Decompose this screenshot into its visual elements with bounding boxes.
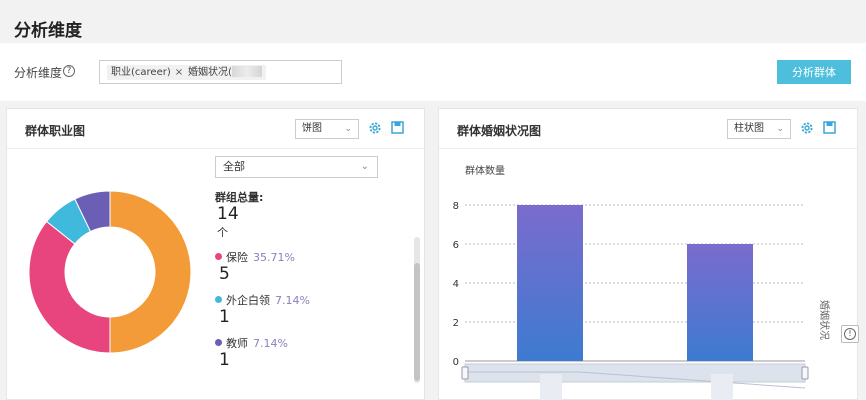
career-legend: 群组总量: 14 个 保险 35.71% 5 外企白领 7.14% 1 教师 7.14… <box>215 189 405 369</box>
filter-label: 分析维度 <box>14 66 63 80</box>
x-axis-label: 婚姻状况 <box>818 300 831 340</box>
legend-dot <box>215 253 222 260</box>
donut-slice[interactable] <box>28 220 111 354</box>
zoom-label-bg <box>711 374 733 400</box>
legend-dot <box>215 339 222 346</box>
analyze-group-button[interactable]: 分析群体 <box>777 60 851 84</box>
zoom-handle-left[interactable] <box>461 366 469 380</box>
legend-name: 教师 <box>226 337 248 350</box>
zoom-label-bg <box>540 374 562 400</box>
chevron-down-icon: ⌄ <box>360 161 369 172</box>
career-filter-value: 全部 <box>223 160 245 173</box>
career-donut-chart <box>28 190 192 354</box>
marriage-bar-chart: 群体数量 02468已婚未婚 婚姻状况 <box>453 164 831 400</box>
gear-icon[interactable] <box>800 121 814 135</box>
page-title: 分析维度 <box>14 21 82 41</box>
y-tick-label: 4 <box>453 279 459 290</box>
chart-type-select-value: 柱状图 <box>734 123 764 134</box>
legend-item[interactable]: 教师 7.14% 1 <box>215 335 405 369</box>
bar[interactable] <box>687 244 753 361</box>
tag-career: 职业(career) × <box>107 65 188 80</box>
marriage-panel: 群体婚姻状况图 柱状图 ⌄ 群体数量 02468已婚未婚 婚姻状况 <box>438 108 858 400</box>
tag-label: 婚姻状况( <box>188 67 232 78</box>
chart-type-select[interactable]: 饼图 ⌄ <box>295 119 359 139</box>
y-tick-label: 2 <box>453 318 459 329</box>
career-panel: 群体职业图 饼图 ⌄ 全部 ⌄ 群组总量: 14 个 保险 35.71% 5 外企… <box>6 108 425 400</box>
legend-percent: 35.71% <box>253 251 295 264</box>
legend-percent: 7.14% <box>253 337 288 350</box>
panel-header: 群体婚姻状况图 柱状图 ⌄ <box>439 109 857 149</box>
bar[interactable] <box>517 205 583 361</box>
save-icon[interactable] <box>823 121 836 134</box>
info-button[interactable]: ! <box>841 325 859 343</box>
bar-layer: 02468已婚未婚 <box>453 201 805 386</box>
zoom-handle-right[interactable] <box>801 366 809 380</box>
dimension-tag-input[interactable]: 职业(career) × 婚姻状况( <box>99 60 342 84</box>
legend-count: 1 <box>219 350 230 370</box>
scrollbar-thumb[interactable] <box>414 263 420 381</box>
legend-dot <box>215 296 222 303</box>
blurred-text <box>231 66 262 77</box>
filter-bar: 分析维度 ? 职业(career) × 婚姻状况( 分析群体 <box>0 43 866 101</box>
data-zoom-slider[interactable] <box>461 363 809 400</box>
chart-type-select[interactable]: 柱状图 ⌄ <box>727 119 791 139</box>
chevron-down-icon: ⌄ <box>776 124 784 134</box>
total-label: 群组总量: <box>215 191 264 204</box>
total-unit: 个 <box>217 226 228 239</box>
legend-item[interactable]: 保险 35.71% 5 <box>215 249 405 283</box>
y-axis-label: 群体数量 <box>465 164 505 177</box>
chevron-down-icon: ⌄ <box>344 124 352 134</box>
total-value: 14 <box>217 204 239 224</box>
save-icon[interactable] <box>391 121 404 134</box>
panel-title: 群体婚姻状况图 <box>457 124 542 138</box>
info-icon: ! <box>844 328 856 340</box>
legend-name: 外企白领 <box>226 294 270 307</box>
remove-tag-icon[interactable]: × <box>175 67 183 78</box>
legend-count: 5 <box>219 264 230 284</box>
tag-marital-status: 婚姻状况( <box>184 65 266 80</box>
chart-type-select-value: 饼图 <box>302 123 322 134</box>
legend-scrollbar[interactable] <box>414 237 420 383</box>
career-filter-select[interactable]: 全部 ⌄ <box>215 156 378 178</box>
panel-title: 群体职业图 <box>25 124 86 138</box>
legend-percent: 7.14% <box>275 294 310 307</box>
legend-count: 1 <box>219 307 230 327</box>
panel-header: 群体职业图 饼图 ⌄ <box>7 109 424 149</box>
donut-slice[interactable] <box>109 190 192 354</box>
legend-item[interactable]: 外企白领 7.14% 1 <box>215 292 405 326</box>
legend-name: 保险 <box>226 251 248 264</box>
question-circle-icon[interactable]: ? <box>63 65 75 77</box>
gear-icon[interactable] <box>368 121 382 135</box>
y-tick-label: 6 <box>453 240 459 251</box>
y-tick-label: 0 <box>453 357 459 368</box>
tag-label: 职业(career) <box>111 67 171 78</box>
y-tick-label: 8 <box>453 201 459 212</box>
